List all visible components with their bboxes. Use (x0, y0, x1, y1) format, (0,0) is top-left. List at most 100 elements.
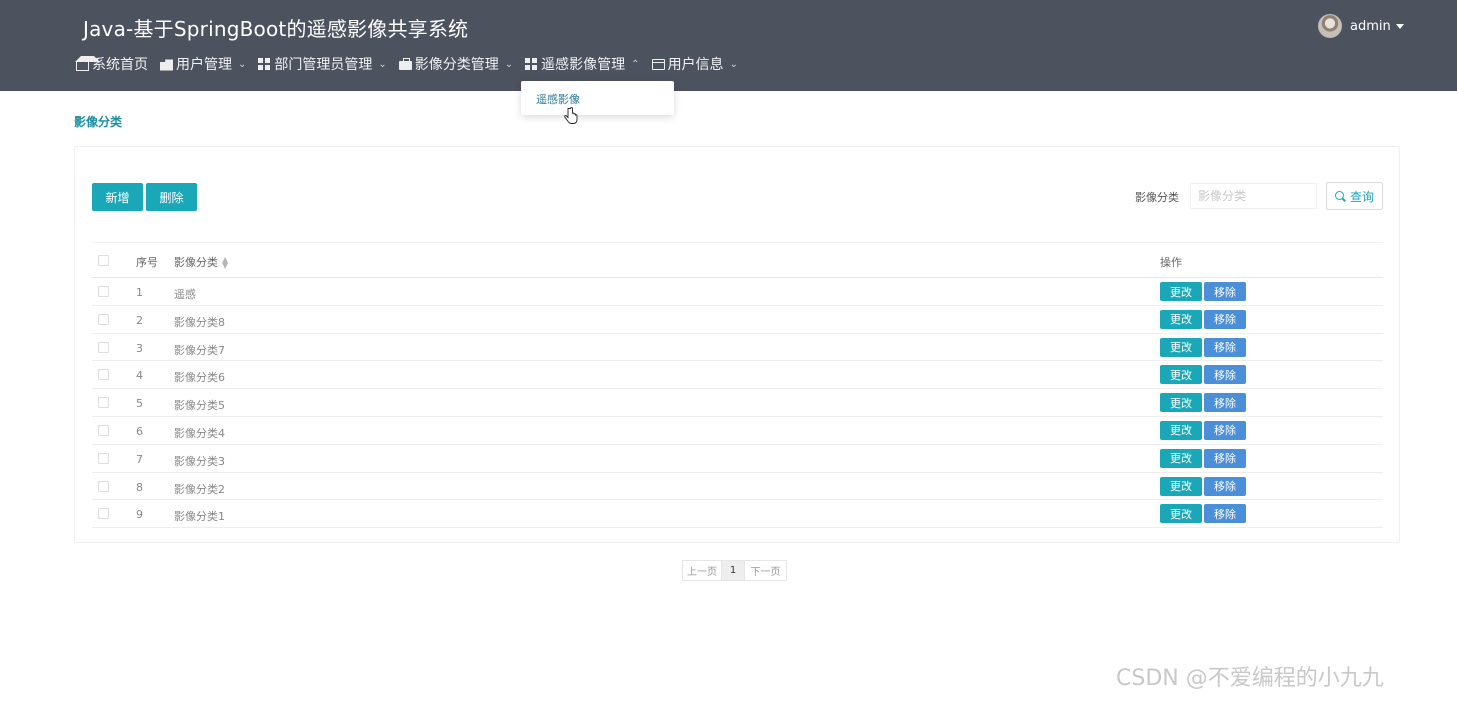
row-index: 9 (136, 508, 143, 522)
row-index: 6 (136, 424, 143, 438)
search-label: 影像分类 (1135, 191, 1179, 204)
row-index: 2 (136, 313, 143, 327)
row-index: 3 (136, 341, 143, 355)
edit-button[interactable]: 更改 (1160, 420, 1202, 440)
row-checkbox[interactable] (98, 424, 109, 436)
row-actions: 更改 移除 (1160, 448, 1246, 468)
chevron-down-icon: ⌄ (729, 58, 738, 70)
row-actions: 更改 移除 (1160, 309, 1246, 329)
row-actions: 更改 移除 (1160, 420, 1246, 440)
card-icon (651, 58, 665, 70)
remove-button[interactable]: 移除 (1204, 365, 1246, 385)
delete-button[interactable]: 删除 (146, 183, 197, 211)
edit-button[interactable]: 更改 (1160, 448, 1202, 468)
dropdown-item-imagery[interactable]: 遥感影像 (536, 91, 580, 107)
table-body: 1 遥感 更改 移除 2 影像分类8 更改 移除 3 影像分类7 更改 移除 4 影像分类6 更改 移除 5 影像… (92, 278, 1383, 529)
table-row: 2 影像分类8 更改 移除 (92, 306, 1383, 334)
remove-button[interactable]: 移除 (1204, 282, 1246, 301)
nav-item-user-info[interactable]: 用户信息 ⌄ (651, 54, 738, 74)
user-name[interactable]: admin (1350, 19, 1391, 34)
table-row: 6 影像分类4 更改 移除 (92, 417, 1383, 445)
add-button[interactable]: 新增 (92, 183, 143, 211)
sort-icon[interactable]: ▲ ▼ (222, 256, 228, 270)
table-row: 3 影像分类7 更改 移除 (92, 334, 1383, 362)
remove-button[interactable]: 移除 (1204, 420, 1246, 440)
edit-button[interactable]: 更改 (1160, 309, 1202, 329)
nav-item-imagery-management[interactable]: 遥感影像管理 ⌃ (525, 54, 640, 74)
edit-button[interactable]: 更改 (1160, 476, 1202, 496)
row-checkbox[interactable] (98, 286, 109, 297)
page-number-button[interactable]: 1 (721, 560, 745, 581)
select-all-checkbox[interactable] (98, 255, 109, 266)
chevron-down-icon: ⌄ (504, 58, 514, 70)
row-index: 8 (136, 480, 143, 494)
avatar[interactable] (1318, 14, 1342, 38)
hand-cursor-icon (564, 107, 578, 124)
row-category-name: 影像分类8 (174, 315, 225, 329)
user-menu[interactable]: admin (1318, 13, 1404, 39)
remove-button[interactable]: 移除 (1204, 393, 1246, 413)
row-actions: 更改 移除 (1160, 476, 1246, 496)
row-checkbox[interactable] (98, 397, 109, 409)
row-index: 7 (136, 452, 143, 466)
table-row: 8 影像分类2 更改 移除 (92, 473, 1383, 501)
user-icon (160, 59, 173, 71)
grid-icon (525, 57, 539, 71)
remove-button[interactable]: 移除 (1204, 476, 1246, 496)
search-input[interactable] (1190, 183, 1317, 209)
row-index: 5 (136, 397, 143, 411)
nav-item-label: 影像分类管理 (414, 57, 499, 73)
row-checkbox[interactable] (98, 313, 109, 325)
row-checkbox[interactable] (98, 341, 109, 353)
table-row: 9 影像分类1 更改 移除 (92, 500, 1383, 529)
nav-item-label: 系统首页 (92, 57, 148, 73)
home-icon (75, 55, 100, 71)
row-checkbox[interactable] (98, 452, 109, 464)
nav-item-home[interactable]: 系统首页 (75, 54, 148, 74)
edit-button[interactable]: 更改 (1160, 337, 1202, 357)
row-category-name: 遥感 (174, 288, 196, 301)
row-category-name: 影像分类4 (174, 426, 225, 440)
prev-page-button[interactable]: 上一页 (682, 560, 722, 581)
watermark: CSDN @不爱编程的小九九 (1116, 666, 1384, 691)
briefcase-icon (398, 58, 412, 70)
chevron-down-icon: ⌄ (378, 58, 387, 70)
nav-item-label: 用户管理 (176, 57, 232, 73)
nav-item-user-management[interactable]: 用户管理 ⌄ (160, 54, 246, 74)
edit-button[interactable]: 更改 (1160, 282, 1202, 301)
row-actions: 更改 移除 (1160, 393, 1246, 413)
row-index: 1 (136, 286, 143, 299)
row-category-name: 影像分类5 (174, 399, 225, 413)
row-checkbox[interactable] (98, 480, 109, 492)
header-index: 序号 (136, 256, 158, 269)
caret-down-icon[interactable] (1395, 23, 1404, 29)
row-actions: 更改 移除 (1160, 337, 1246, 357)
breadcrumb: 影像分类 (74, 115, 123, 129)
nav-item-label: 遥感影像管理 (541, 57, 626, 73)
header-actions: 操作 (1160, 256, 1182, 269)
chevron-up-icon: ⌃ (631, 58, 640, 70)
top-header: Java-基于SpringBoot的遥感影像共享系统 admin 系统首页 用户… (0, 0, 1457, 91)
edit-button[interactable]: 更改 (1160, 504, 1202, 524)
remove-button[interactable]: 移除 (1204, 448, 1246, 468)
row-category-name: 影像分类7 (174, 343, 225, 357)
row-checkbox[interactable] (98, 508, 109, 520)
main-nav: 系统首页 用户管理 ⌄ 部门管理员管理 ⌄ 影像分类管理 ⌄ 遥感影像管理 ⌃ … (75, 52, 750, 76)
nav-item-label: 部门管理员管理 (274, 57, 373, 73)
remove-button[interactable]: 移除 (1204, 504, 1246, 524)
edit-button[interactable]: 更改 (1160, 393, 1202, 413)
search-button[interactable]: 查询 (1326, 182, 1383, 210)
edit-button[interactable]: 更改 (1160, 365, 1202, 385)
category-table: 序号 影像分类 ▲ ▼ 操作 1 遥感 更改 移除 2 影像分类8 更改 移除 3 影像分类7 更改 移除… (92, 242, 1383, 529)
table-row: 7 影像分类3 更改 移除 (92, 445, 1383, 473)
row-actions: 更改 移除 (1160, 282, 1246, 301)
imagery-dropdown-menu: 遥感影像 (521, 81, 674, 115)
remove-button[interactable]: 移除 (1204, 337, 1246, 357)
nav-item-category-management[interactable]: 影像分类管理 ⌄ (398, 54, 514, 74)
row-checkbox[interactable] (98, 369, 109, 381)
header-name[interactable]: 影像分类 ▲ ▼ (174, 254, 228, 270)
next-page-button[interactable]: 下一页 (744, 560, 787, 581)
nav-item-dept-admin[interactable]: 部门管理员管理 ⌄ (258, 54, 387, 74)
table-row: 5 影像分类5 更改 移除 (92, 389, 1383, 417)
remove-button[interactable]: 移除 (1204, 309, 1246, 329)
